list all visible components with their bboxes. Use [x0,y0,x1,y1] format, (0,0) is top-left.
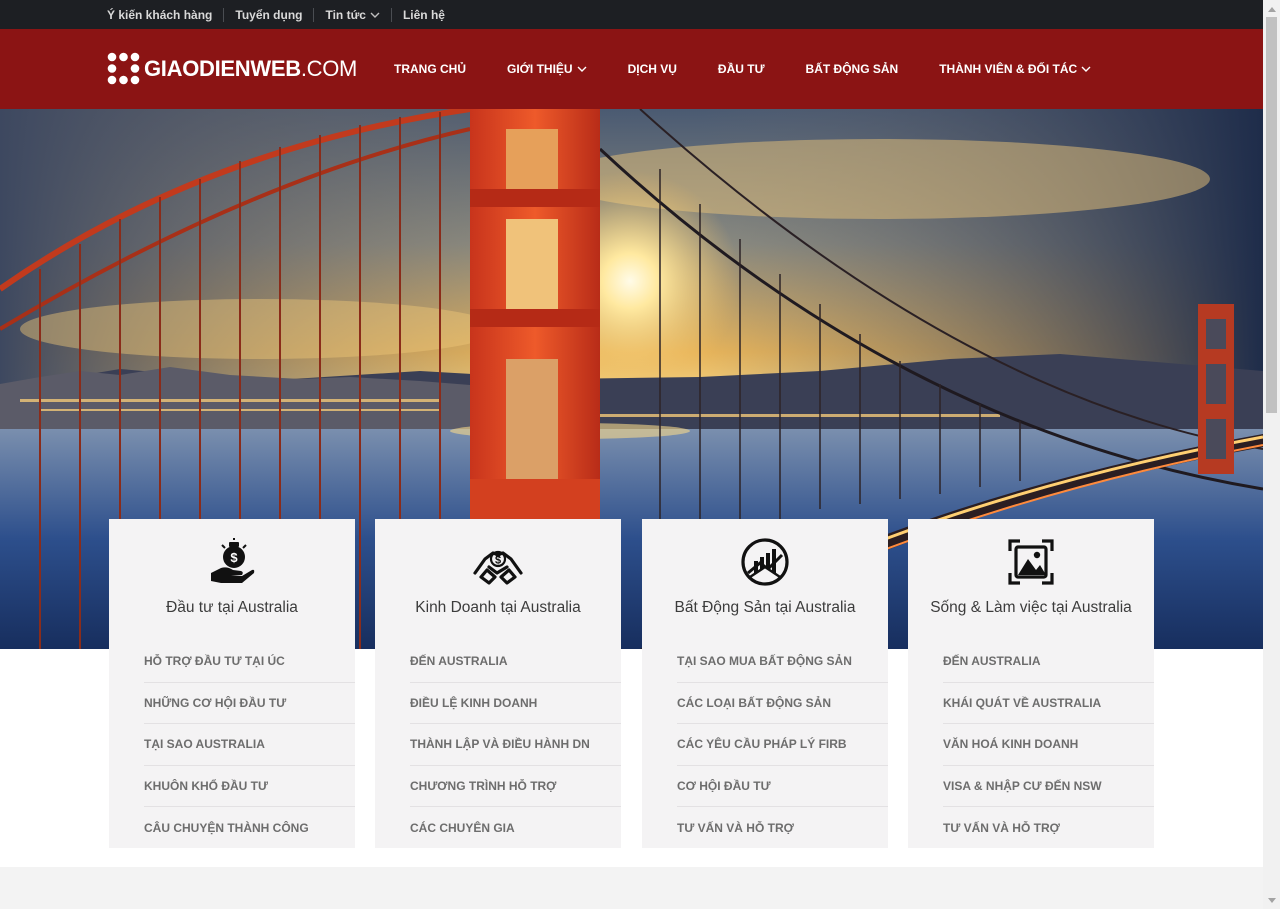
card-link[interactable]: CÂU CHUYỆN THÀNH CÔNG [144,807,355,849]
scroll-up-arrow-icon[interactable] [1263,0,1280,17]
svg-text:$: $ [230,550,238,565]
scrollbar-thumb[interactable] [1266,17,1277,413]
card-link[interactable]: ĐIỀU LỆ KINH DOANH [410,683,621,724]
card-icon-wrap: $ [109,537,355,587]
card-link[interactable]: HỖ TRỢ ĐẦU TƯ TẠI ÚC [144,641,355,683]
top-link-label: Liên hệ [402,7,445,22]
card-link-list: ĐẾN AUSTRALIA KHÁI QUÁT VỀ AUSTRALIA VĂN… [943,641,1154,849]
logo-text-bold: GIAODIENWEB [144,55,301,81]
top-link-label: Tin tức [325,7,366,22]
top-link-news[interactable]: Tin tức [302,7,380,22]
card-link-list: ĐẾN AUSTRALIA ĐIỀU LỆ KINH DOANH THÀNH L… [410,641,621,849]
top-link-label: Tuyển dụng [235,7,303,22]
nav-label: GIỚI THIỆU [507,62,573,76]
logo-text-light: .COM [300,55,358,81]
top-link-careers[interactable]: Tuyển dụng [212,8,302,22]
real-estate-chart-icon [741,538,789,586]
feature-card-invest: $ Đầu tư tại Australia HỖ TRỢ ĐẦU TƯ TẠI… [109,519,355,848]
card-link[interactable]: TƯ VẤN VÀ HỖ TRỢ [677,807,888,849]
top-links: Ý kiến khách hàng Tuyển dụng Tin tức Liê… [0,0,1263,29]
card-title: Kinh Doanh tại Australia [415,599,581,616]
chevron-down-icon [1081,66,1091,72]
nav-label: ĐẦU TƯ [717,62,765,76]
card-icon-wrap [642,537,888,587]
card-icon-wrap: $ [375,537,621,587]
card-link[interactable]: CÁC CHUYÊN GIA [410,807,621,849]
card-link[interactable]: CÁC LOẠI BẤT ĐỘNG SẢN [677,683,888,724]
logo-text: GIAODIENWEB.COM [144,56,357,82]
chevron-down-icon [370,12,380,18]
card-icon-wrap [908,537,1154,587]
card-link[interactable]: ĐẾN AUSTRALIA [410,641,621,683]
nav-item-invest[interactable]: ĐẦU TƯ [718,62,765,76]
nav-item-about[interactable]: GIỚI THIỆU [507,62,587,76]
feature-cards: $ Đầu tư tại Australia HỖ TRỢ ĐẦU TƯ TẠI… [109,519,1154,848]
card-link[interactable]: THÀNH LẬP VÀ ĐIỀU HÀNH DN [410,724,621,766]
card-link[interactable]: CƠ HỘI ĐẦU TƯ [677,766,888,807]
nav-item-real-estate[interactable]: BẤT ĐỘNG SẢN [806,62,899,76]
main-nav: TRANG CHỦ GIỚI THIỆU DỊCH VỤ ĐẦU TƯ BẤT … [394,29,1132,109]
card-link[interactable]: VĂN HOÁ KINH DOANH [943,724,1154,766]
card-title: Sống & Làm việc tại Australia [930,599,1132,616]
card-title: Đầu tư tại Australia [166,599,298,616]
logo-dots-icon [107,52,140,85]
page-scrollbar[interactable] [1263,0,1280,909]
card-link[interactable]: TẠI SAO MUA BẤT ĐỘNG SẢN [677,641,888,683]
nav-label: TRANG CHỦ [394,62,466,76]
top-link-label: Ý kiến khách hàng [107,7,213,22]
image-frame-icon [1008,539,1054,585]
main-header: GIAODIENWEB.COM TRANG CHỦ GIỚI THIỆU DỊC… [0,29,1263,109]
card-link-list: TẠI SAO MUA BẤT ĐỘNG SẢN CÁC LOẠI BẤT ĐỘ… [677,641,888,849]
card-link[interactable]: TƯ VẤN VÀ HỖ TRỢ [943,807,1154,849]
site-logo[interactable]: GIAODIENWEB.COM [107,52,357,85]
top-bar: Ý kiến khách hàng Tuyển dụng Tin tức Liê… [0,0,1263,29]
bottom-section-background [0,867,1263,909]
nav-item-services[interactable]: DỊCH VỤ [628,62,677,76]
card-link[interactable]: KHUÔN KHỔ ĐẦU TƯ [144,766,355,807]
handshake-dollar-icon: $ [473,550,523,585]
card-link[interactable]: KHÁI QUÁT VỀ AUSTRALIA [943,683,1154,724]
card-link[interactable]: CÁC YÊU CẦU PHÁP LÝ FIRB [677,724,888,766]
card-link[interactable]: TẠI SAO AUSTRALIA [144,724,355,766]
nav-label: THÀNH VIÊN & ĐỐI TÁC [939,62,1078,76]
card-link[interactable]: ĐẾN AUSTRALIA [943,641,1154,683]
svg-text:$: $ [495,555,501,567]
card-link[interactable]: NHỮNG CƠ HỘI ĐẦU TƯ [144,683,355,724]
scroll-down-arrow-icon[interactable] [1263,892,1280,909]
nav-label: BẤT ĐỘNG SẢN [805,62,899,76]
nav-item-home[interactable]: TRANG CHỦ [394,62,466,76]
feature-card-living: Sống & Làm việc tại Australia ĐẾN AUSTRA… [908,519,1154,848]
top-link-contact[interactable]: Liên hệ [380,8,445,22]
card-link-list: HỖ TRỢ ĐẦU TƯ TẠI ÚC NHỮNG CƠ HỘI ĐẦU TƯ… [144,641,355,849]
chevron-down-icon [577,66,587,72]
top-link-feedback[interactable]: Ý kiến khách hàng [107,8,212,22]
nav-label: DỊCH VỤ [627,62,677,76]
card-title: Bất Động Sản tại Australia [674,599,856,616]
money-bag-hand-icon: $ [211,538,255,583]
card-link[interactable]: CHƯƠNG TRÌNH HỖ TRỢ [410,766,621,807]
nav-item-partners[interactable]: THÀNH VIÊN & ĐỐI TÁC [939,62,1091,76]
feature-card-real-estate: Bất Động Sản tại Australia TẠI SAO MUA B… [642,519,888,848]
feature-card-business: $ Kinh Doanh tại Australia ĐẾN AUSTRALIA… [375,519,621,848]
card-link[interactable]: VISA & NHẬP CƯ ĐẾN NSW [943,766,1154,807]
